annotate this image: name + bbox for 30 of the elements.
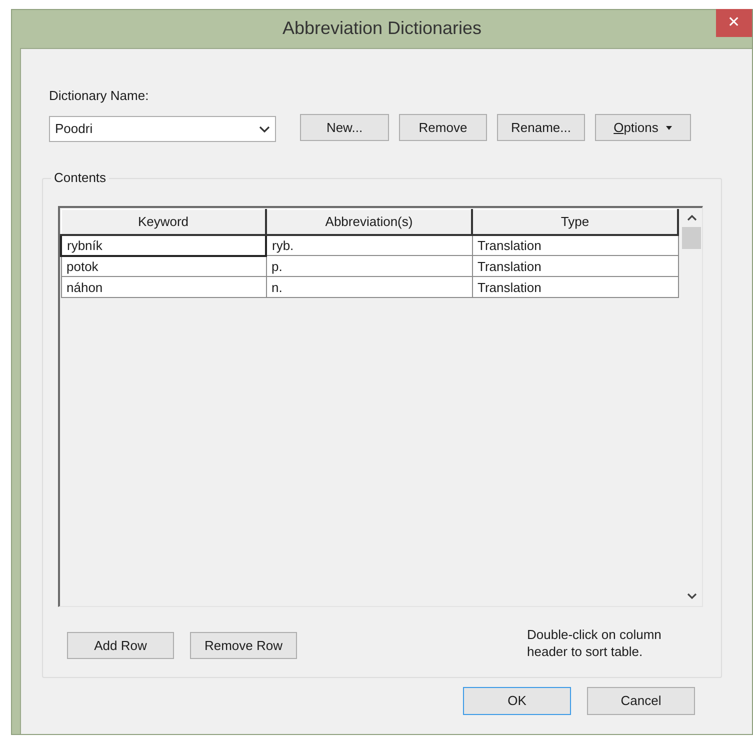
dictionary-dropdown[interactable]: Poodri bbox=[49, 116, 276, 142]
dropdown-value: Poodri bbox=[55, 120, 93, 138]
table-cell: n. bbox=[266, 276, 472, 298]
table-cell: ryb. bbox=[266, 234, 472, 256]
column-header[interactable]: Type bbox=[472, 210, 678, 234]
column-header[interactable]: Abbreviation(s) bbox=[266, 210, 472, 234]
remove-row-button[interactable]: Remove Row bbox=[190, 632, 297, 659]
window-title: Abbreviation Dictionaries bbox=[281, 17, 483, 40]
table-cell: Translation bbox=[472, 276, 678, 298]
ok-button[interactable]: OK bbox=[463, 687, 571, 715]
table-cell: potok bbox=[61, 256, 266, 276]
scroll-up-icon[interactable] bbox=[686, 214, 696, 221]
table-cell: rybník bbox=[61, 234, 266, 256]
add-row-button[interactable]: Add Row bbox=[67, 632, 174, 659]
scroll-down-icon[interactable] bbox=[686, 593, 696, 600]
table-cell: p. bbox=[266, 256, 472, 276]
table-cell: náhon bbox=[61, 276, 266, 298]
remove-button[interactable]: Remove bbox=[399, 114, 487, 141]
table-cell: Translation bbox=[472, 234, 678, 256]
close-button[interactable]: ✕ bbox=[716, 9, 752, 37]
table-cell: Translation bbox=[472, 256, 678, 276]
cancel-button[interactable]: Cancel bbox=[587, 687, 695, 715]
chevron-down-icon bbox=[259, 126, 270, 132]
hint-text: Double-click on column header to sort table. bbox=[527, 626, 662, 660]
column-header[interactable]: Keyword bbox=[61, 210, 266, 234]
new-button[interactable]: New... bbox=[300, 114, 389, 141]
rename-button[interactable]: Rename... bbox=[497, 114, 585, 141]
field-label: Dictionary Name: bbox=[49, 88, 150, 104]
scrollbar-thumb[interactable] bbox=[682, 227, 701, 249]
options-button[interactable]: Options bbox=[595, 114, 691, 141]
